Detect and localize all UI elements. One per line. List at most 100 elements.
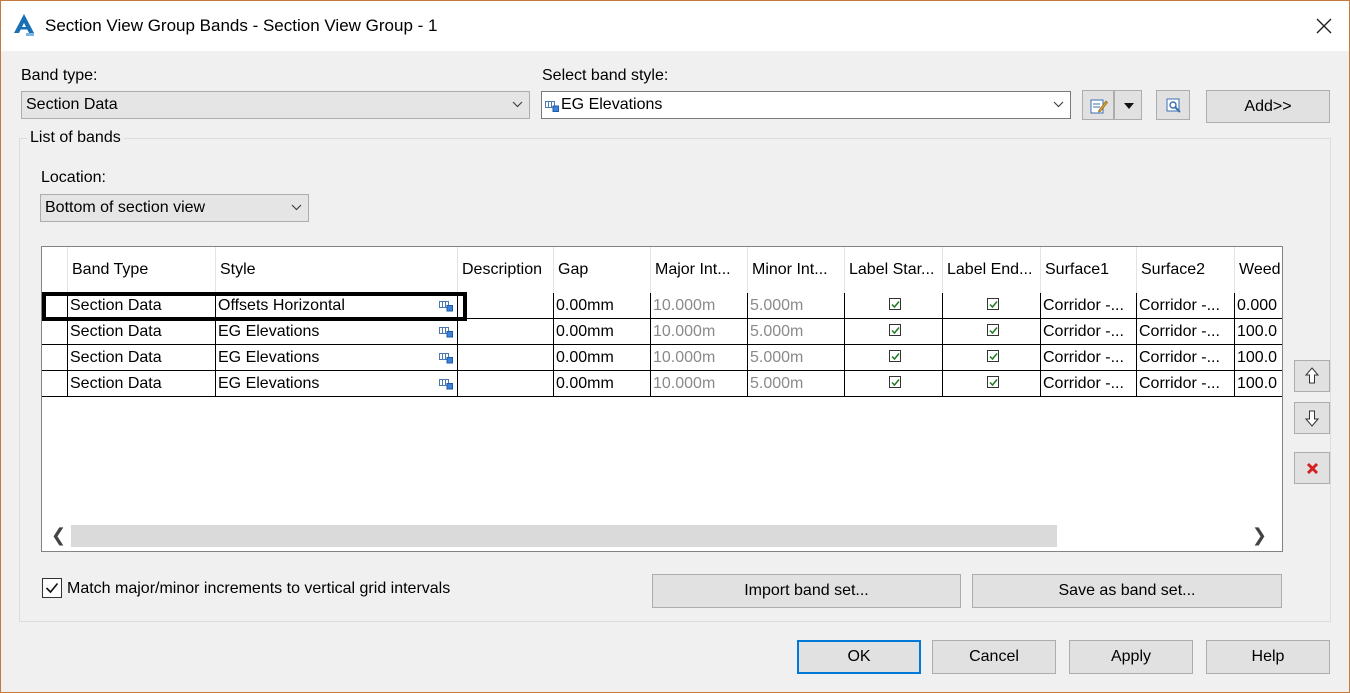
cell-text-weed: 100.0 bbox=[1237, 323, 1278, 340]
cell-major-interval[interactable]: 10.000m bbox=[651, 319, 748, 345]
import-band-set-button[interactable]: Import band set... bbox=[652, 574, 961, 608]
checkbox-label-start[interactable] bbox=[888, 297, 901, 310]
cell-label-end[interactable] bbox=[943, 345, 1041, 371]
cell-label-end[interactable] bbox=[943, 371, 1041, 397]
cell-style[interactable]: EG Elevations bbox=[216, 345, 458, 371]
edit-style-icon bbox=[1090, 99, 1108, 114]
cell-description[interactable] bbox=[458, 345, 554, 371]
cell-major-interval[interactable]: 10.000m bbox=[651, 293, 748, 319]
move-up-button[interactable] bbox=[1294, 360, 1330, 392]
cell-label-start[interactable] bbox=[845, 293, 943, 319]
cell-band-type[interactable]: Section Data bbox=[68, 293, 216, 319]
checkbox-label-end[interactable] bbox=[986, 375, 999, 388]
cell-band-type[interactable]: Section Data bbox=[68, 319, 216, 345]
cell-weed[interactable]: 100.0 bbox=[1235, 319, 1282, 345]
cell-minor-interval[interactable]: 5.000m bbox=[748, 371, 845, 397]
horizontal-scrollbar[interactable]: ❮ ❯ bbox=[43, 521, 1281, 551]
help-button[interactable]: Help bbox=[1206, 640, 1330, 674]
column-header-major-interval[interactable]: Major Int... bbox=[651, 247, 748, 293]
column-header-gap[interactable]: Gap bbox=[554, 247, 651, 293]
table-row[interactable]: Section Data EG Elevations 0.00mm 10.000m 5.… bbox=[42, 371, 1282, 397]
checkbox-label-end[interactable] bbox=[986, 323, 999, 336]
apply-button[interactable]: Apply bbox=[1069, 640, 1193, 674]
row-header[interactable] bbox=[42, 293, 68, 319]
row-header[interactable] bbox=[42, 319, 68, 345]
cell-minor-interval[interactable]: 5.000m bbox=[748, 319, 845, 345]
cell-gap[interactable]: 0.00mm bbox=[554, 293, 651, 319]
cell-surface2[interactable]: Corridor -... bbox=[1137, 293, 1235, 319]
cell-description[interactable] bbox=[458, 319, 554, 345]
cell-surface1[interactable]: Corridor -... bbox=[1041, 345, 1137, 371]
band-type-dropdown[interactable]: Section Data bbox=[21, 91, 530, 119]
column-header-surface2[interactable]: Surface2 bbox=[1137, 247, 1235, 293]
cell-gap[interactable]: 0.00mm bbox=[554, 371, 651, 397]
cell-surface1[interactable]: Corridor -... bbox=[1041, 319, 1137, 345]
cell-label-start[interactable] bbox=[845, 345, 943, 371]
band-style-icon[interactable] bbox=[439, 378, 453, 390]
table-row[interactable]: Section Data EG Elevations 0.00mm 10.000m 5.… bbox=[42, 345, 1282, 371]
cancel-button[interactable]: Cancel bbox=[932, 640, 1056, 674]
bands-grid[interactable]: Section Data Offsets Horizontal 0.00mm 10.0… bbox=[41, 246, 1283, 552]
ok-button[interactable]: OK bbox=[797, 640, 921, 674]
cell-surface1[interactable]: Corridor -... bbox=[1041, 371, 1137, 397]
cell-surface2[interactable]: Corridor -... bbox=[1137, 319, 1235, 345]
cell-weed[interactable]: 0.000 bbox=[1235, 293, 1282, 319]
cell-major-interval[interactable]: 10.000m bbox=[651, 345, 748, 371]
cell-surface2[interactable]: Corridor -... bbox=[1137, 345, 1235, 371]
cell-style[interactable]: Offsets Horizontal bbox=[216, 293, 458, 319]
band-style-icon[interactable] bbox=[439, 352, 453, 364]
style-menu-button[interactable] bbox=[1114, 90, 1142, 120]
cell-weed[interactable]: 100.0 bbox=[1235, 345, 1282, 371]
band-style-icon[interactable] bbox=[439, 326, 453, 338]
checkbox-label-start[interactable] bbox=[888, 323, 901, 336]
location-dropdown[interactable]: Bottom of section view bbox=[40, 194, 309, 222]
row-header[interactable] bbox=[42, 371, 68, 397]
cell-minor-interval[interactable]: 5.000m bbox=[748, 345, 845, 371]
table-row[interactable]: Section Data Offsets Horizontal 0.00mm 10.0… bbox=[42, 293, 1282, 319]
edit-style-button[interactable] bbox=[1082, 90, 1114, 120]
cell-band-type[interactable]: Section Data bbox=[68, 345, 216, 371]
cell-gap[interactable]: 0.00mm bbox=[554, 319, 651, 345]
column-header-description[interactable]: Description bbox=[458, 247, 554, 293]
cell-label-start[interactable] bbox=[845, 319, 943, 345]
cell-style[interactable]: EG Elevations bbox=[216, 371, 458, 397]
cell-style[interactable]: EG Elevations bbox=[216, 319, 458, 345]
band-style-icon[interactable] bbox=[439, 300, 453, 312]
move-down-button[interactable] bbox=[1294, 402, 1330, 434]
cell-major-interval[interactable]: 10.000m bbox=[651, 371, 748, 397]
cell-label-end[interactable] bbox=[943, 293, 1041, 319]
column-header-surface1[interactable]: Surface1 bbox=[1041, 247, 1137, 293]
column-header-style[interactable]: Style bbox=[216, 247, 458, 293]
band-style-dropdown[interactable]: EG Elevations bbox=[541, 91, 1071, 119]
checkbox-label-end[interactable] bbox=[986, 297, 999, 310]
checkbox-label-end[interactable] bbox=[986, 349, 999, 362]
scroll-left-icon[interactable]: ❮ bbox=[51, 525, 66, 546]
cell-minor-interval[interactable]: 5.000m bbox=[748, 293, 845, 319]
checkbox-label-start[interactable] bbox=[888, 349, 901, 362]
column-header-minor-interval[interactable]: Minor Int... bbox=[748, 247, 845, 293]
cell-gap[interactable]: 0.00mm bbox=[554, 345, 651, 371]
preview-style-button[interactable] bbox=[1156, 90, 1190, 120]
row-header[interactable] bbox=[42, 345, 68, 371]
column-header-weed[interactable]: Weed bbox=[1235, 247, 1282, 293]
cell-description[interactable] bbox=[458, 371, 554, 397]
cell-description[interactable] bbox=[458, 293, 554, 319]
cell-surface2[interactable]: Corridor -... bbox=[1137, 371, 1235, 397]
scroll-right-icon[interactable]: ❯ bbox=[1252, 525, 1267, 546]
close-icon[interactable] bbox=[1309, 11, 1339, 41]
cell-label-end[interactable] bbox=[943, 319, 1041, 345]
table-row[interactable]: Section Data EG Elevations 0.00mm 10.000m 5.… bbox=[42, 319, 1282, 345]
column-header-label-start[interactable]: Label Star... bbox=[845, 247, 943, 293]
scroll-thumb[interactable] bbox=[71, 525, 1057, 547]
match-increments-checkbox[interactable] bbox=[42, 578, 62, 598]
checkbox-label-start[interactable] bbox=[888, 375, 901, 388]
cell-weed[interactable]: 100.0 bbox=[1235, 371, 1282, 397]
add-button[interactable]: Add>> bbox=[1206, 90, 1330, 123]
cell-label-start[interactable] bbox=[845, 371, 943, 397]
column-header-label-end[interactable]: Label End... bbox=[943, 247, 1041, 293]
save-as-band-set-button[interactable]: Save as band set... bbox=[972, 574, 1282, 608]
cell-surface1[interactable]: Corridor -... bbox=[1041, 293, 1137, 319]
cell-band-type[interactable]: Section Data bbox=[68, 371, 216, 397]
column-header-band-type[interactable]: Band Type bbox=[68, 247, 216, 293]
delete-band-button[interactable] bbox=[1294, 452, 1330, 484]
